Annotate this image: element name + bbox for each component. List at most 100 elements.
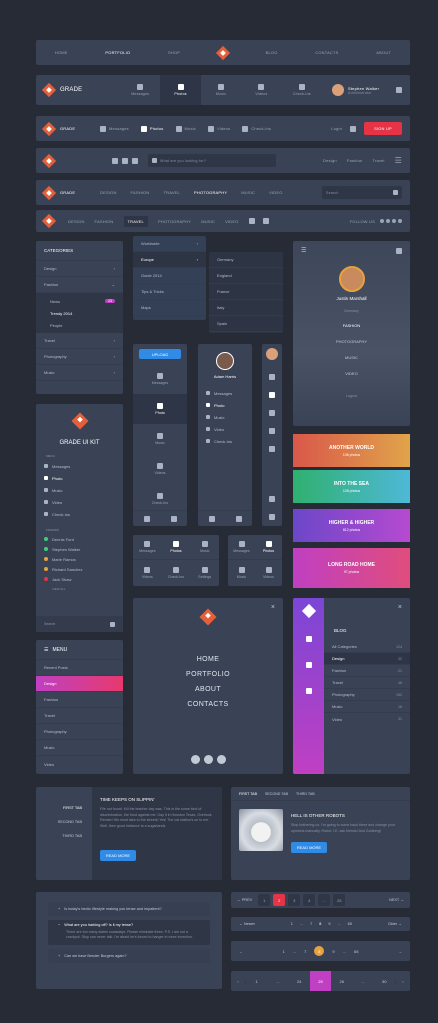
mini-tab[interactable]: Messages <box>133 541 162 553</box>
logo-icon[interactable] <box>41 185 57 200</box>
menu-icon[interactable]: ☰ <box>395 156 402 165</box>
nav6-design[interactable]: DESIGN <box>68 219 85 224</box>
search-icon[interactable] <box>350 125 356 132</box>
close-icon[interactable]: × <box>398 604 402 611</box>
upload-music[interactable]: Music <box>133 424 187 454</box>
gallery-band-2[interactable]: INTO THE SEA 108 photos <box>293 470 410 503</box>
blog-item[interactable]: Travel 46 <box>324 677 410 689</box>
gallery-band-1[interactable]: ANOTHER WORLD 136 photos <box>293 434 410 467</box>
page-button[interactable]: 3 <box>288 894 301 906</box>
kit-checkins[interactable]: Check-Ins <box>36 508 123 520</box>
nav1-about[interactable]: ABOUT <box>376 50 391 55</box>
logout-icon[interactable] <box>208 515 215 522</box>
avatar[interactable] <box>332 84 344 96</box>
adam-checkins[interactable]: Check-Ins <box>198 435 252 447</box>
gallery-band-4[interactable]: LONG ROAD HOME 97 photos <box>293 548 410 588</box>
menu-photography[interactable]: Photography <box>36 724 123 740</box>
menu-video[interactable]: Video <box>36 756 123 772</box>
logo-icon[interactable] <box>199 608 217 626</box>
category-photography[interactable]: Photography › <box>36 349 123 365</box>
menu-music[interactable]: Music <box>36 740 123 756</box>
page-link[interactable]: 65 <box>348 922 352 926</box>
category-design[interactable]: Design › <box>36 261 123 277</box>
menu-fashion[interactable]: Fashion <box>36 692 123 708</box>
menu-travel[interactable]: Travel <box>36 708 123 724</box>
nav1-home[interactable]: HOME <box>55 50 68 55</box>
video-icon[interactable] <box>269 428 275 434</box>
gear-icon[interactable] <box>396 87 402 93</box>
faq-item-2[interactable]: − What are you harking off? Is it my tens… <box>48 920 210 945</box>
submenu-news[interactable]: News 23 <box>36 295 123 307</box>
nav3-music[interactable]: Music <box>185 126 196 131</box>
tab-second[interactable]: SECOND TAB <box>265 792 288 796</box>
logo-icon[interactable] <box>41 213 57 229</box>
nav5-video[interactable]: VIDEO <box>269 190 282 195</box>
page-link[interactable]: 7 <box>304 949 306 954</box>
gear-icon[interactable] <box>170 515 177 522</box>
dropdown-france[interactable]: France <box>209 284 283 300</box>
signup-button[interactable]: SIGN UP <box>364 122 402 135</box>
mail-icon[interactable] <box>122 157 128 164</box>
nav3-messages[interactable]: Messages <box>109 126 129 131</box>
dropdown-worldwide[interactable]: Worldwide › <box>133 236 206 252</box>
kit-search[interactable]: Search <box>36 616 123 632</box>
faq-item-1[interactable]: + Is today's hectic lifestyle making you … <box>48 902 210 916</box>
page-cell[interactable]: 50 <box>374 979 395 984</box>
chat-icon[interactable] <box>269 374 275 380</box>
logout-icon[interactable] <box>143 515 150 522</box>
nav5-travel[interactable]: TRAVEL <box>164 190 180 195</box>
chevron-left-icon[interactable]: ‹ <box>231 978 246 984</box>
friend-row[interactable]: Stephen Walker <box>36 544 123 554</box>
edit-icon[interactable] <box>305 636 312 642</box>
nav3-photos[interactable]: Photos <box>150 126 164 131</box>
profile-music[interactable]: MUSIC <box>293 355 410 360</box>
profile-avatar[interactable] <box>216 352 234 370</box>
big-menu-home[interactable]: HOME <box>133 656 283 663</box>
profile-avatar[interactable] <box>266 348 278 360</box>
gallery-band-3[interactable]: HIGHER & HIGHER 812 photos <box>293 509 410 542</box>
dropdown-spain[interactable]: Spain <box>209 316 283 332</box>
twitter-icon[interactable] <box>190 755 200 764</box>
gear-icon[interactable] <box>396 247 402 254</box>
adam-photo[interactable]: Photo <box>198 399 252 411</box>
mini-tab[interactable]: Videos <box>255 566 282 579</box>
video-icon[interactable] <box>305 688 312 694</box>
page-cell-active[interactable]: 25 <box>309 971 332 991</box>
arrow-right-icon[interactable]: → <box>398 949 402 954</box>
view-all-link[interactable]: VIEW ALL <box>36 584 123 591</box>
profile-video[interactable]: VIDEO <box>293 371 410 376</box>
tab-photos[interactable]: Photos <box>160 75 201 105</box>
instagram-icon[interactable] <box>216 755 226 764</box>
faq-item-3[interactable]: + Can we have Bender Burgers again? <box>48 949 210 963</box>
nav3-videos[interactable]: Videos <box>217 126 230 131</box>
tab-third[interactable]: THIRD TAB <box>36 829 82 843</box>
profile-photography[interactable]: PHOTOGRAPHY <box>293 339 410 344</box>
nav6-music[interactable]: MUSIC <box>201 219 215 224</box>
friend-row[interactable]: Marie Ramos <box>36 554 123 564</box>
category-fashion[interactable]: Fashion ⌄ <box>36 277 123 293</box>
nav6-fashion[interactable]: FASHION <box>95 219 114 224</box>
mini-tab[interactable]: Music <box>190 541 219 553</box>
upload-videos[interactable]: Videos <box>133 454 187 484</box>
logout-link[interactable]: Logout <box>293 394 410 398</box>
tab-music[interactable]: Music <box>201 84 241 96</box>
logo-icon[interactable] <box>41 153 57 168</box>
adam-music[interactable]: Music <box>198 411 252 423</box>
dribbble-icon[interactable] <box>398 219 402 223</box>
logo-icon[interactable] <box>215 45 230 60</box>
logo-icon[interactable] <box>301 603 316 619</box>
dropdown-europe[interactable]: Europe › <box>133 252 206 268</box>
newer-button[interactable]: ← Newer <box>239 922 255 926</box>
older-button[interactable]: Older → <box>388 922 402 926</box>
logo-icon[interactable] <box>71 412 88 430</box>
login-link[interactable]: Login <box>331 126 342 131</box>
search-input[interactable]: What are you looking for? <box>148 154 276 167</box>
tab-checkins[interactable]: Check-Ins <box>282 84 322 96</box>
nav1-contacts[interactable]: CONTACTS <box>315 50 338 55</box>
tab-first[interactable]: FIRST TAB <box>239 792 257 796</box>
gear-icon[interactable] <box>132 157 138 164</box>
dropdown-guide[interactable]: Guide 2014 <box>133 268 206 284</box>
menu-icon[interactable]: ☰ <box>301 247 306 254</box>
facebook-icon[interactable] <box>386 219 390 223</box>
tab-third[interactable]: THIRD TAB <box>296 792 315 796</box>
